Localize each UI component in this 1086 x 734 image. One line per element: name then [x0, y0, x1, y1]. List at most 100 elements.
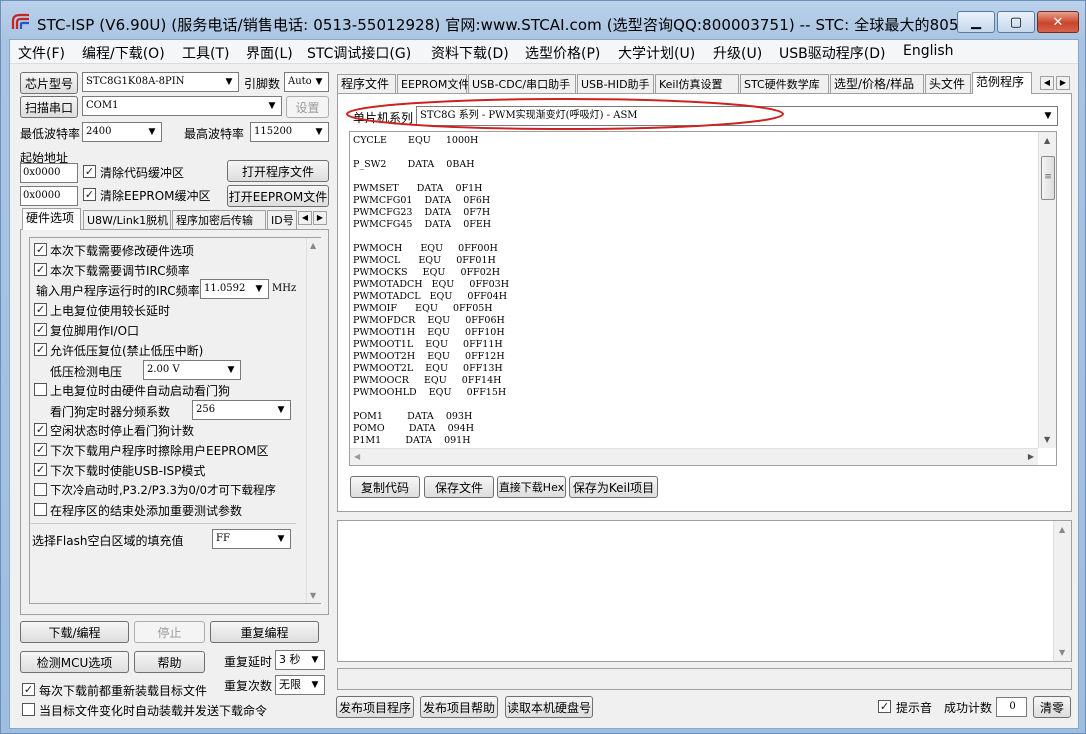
option-checkbox-2[interactable]: ✓ — [34, 263, 47, 276]
max-baud-select[interactable]: 115200 ▼ — [250, 122, 329, 142]
menu-interface[interactable]: 界面(L) — [246, 43, 293, 63]
stop-button[interactable]: 停止 — [134, 621, 205, 643]
tab-encrypt[interactable]: 程序加密后传输 — [172, 210, 266, 230]
scroll-down-icon[interactable]: ▼ — [310, 591, 316, 600]
scroll-thumb[interactable]: ≡ — [1041, 156, 1055, 200]
scroll-up-icon[interactable]: ▲ — [1044, 136, 1050, 145]
option-checkbox-9[interactable]: ✓ — [34, 463, 47, 476]
title-bar[interactable]: STC-ISP (V6.90U) (服务电话/销售电话: 0513-550129… — [1, 1, 1085, 39]
tab-price-samples[interactable]: 选型/价格/样品 — [830, 74, 924, 94]
tab-usb-hid[interactable]: USB-HID助手 — [577, 74, 654, 94]
tab-u8w-offline[interactable]: U8W/Link1脱机 — [83, 210, 171, 230]
retry-delay-select[interactable]: 3 秒 ▼ — [275, 650, 325, 670]
settings-button[interactable]: 设置 — [286, 96, 329, 118]
tab-hardware-options[interactable]: 硬件选项 — [22, 208, 81, 230]
tab-scroll-left-icon[interactable]: ◀ — [1040, 76, 1054, 90]
retry-count-select[interactable]: 无限 ▼ — [275, 675, 325, 695]
save-file-button[interactable]: 保存文件 — [424, 476, 494, 498]
menu-file[interactable]: 文件(F) — [18, 43, 65, 63]
chevron-down-icon: ▼ — [277, 534, 285, 544]
tab-example-program[interactable]: 范例程序 — [972, 72, 1032, 94]
close-button[interactable]: ✕ — [1037, 11, 1079, 33]
menu-english[interactable]: English — [903, 43, 954, 59]
scroll-up-icon[interactable]: ▲ — [310, 241, 316, 250]
tab-keil-sim[interactable]: Keil仿真设置 — [655, 74, 739, 94]
option-checkbox-10[interactable] — [34, 483, 47, 496]
option-checkbox-5[interactable]: ✓ — [34, 343, 47, 356]
clear-code-checkbox[interactable]: ✓ — [83, 165, 96, 178]
option-checkbox-8[interactable]: ✓ — [34, 443, 47, 456]
menu-docs[interactable]: 资料下载(D) — [431, 43, 509, 63]
option-checkbox-1[interactable]: ✓ — [34, 243, 47, 256]
tab-eeprom-file[interactable]: EEPROM文件 — [397, 74, 469, 94]
tab-id[interactable]: ID号 — [267, 210, 297, 230]
scroll-left-icon[interactable]: ◀ — [354, 452, 360, 461]
option-checkbox-7[interactable]: ✓ — [34, 423, 47, 436]
irc-freq-select[interactable]: 11.0592 ▼ — [200, 279, 269, 299]
minimize-button[interactable]: ▁ — [957, 11, 995, 33]
scroll-up-icon[interactable]: ▲ — [1059, 525, 1065, 534]
scroll-down-icon[interactable]: ▼ — [1059, 648, 1065, 657]
log-scrollbar[interactable]: ▲ ▼ — [1053, 521, 1071, 661]
tab-usb-cdc[interactable]: USB-CDC/串口助手 — [468, 74, 576, 94]
menu-price[interactable]: 选型价格(P) — [525, 43, 600, 63]
menu-tools[interactable]: 工具(T) — [182, 43, 229, 63]
wdt-prescale-select[interactable]: 256 ▼ — [192, 400, 291, 420]
option-checkbox-3[interactable]: ✓ — [34, 303, 47, 316]
options-scrollbar[interactable]: ▲ ▼ — [306, 238, 321, 603]
fill-value-select[interactable]: FF ▼ — [212, 529, 291, 549]
auto-reload-checkbox[interactable] — [22, 703, 35, 716]
address-input-1[interactable]: 0x0000 — [20, 163, 78, 183]
scan-port-button[interactable]: 扫描串口 — [20, 96, 78, 118]
low-voltage-select[interactable]: 2.00 V ▼ — [143, 360, 241, 380]
tab-scroll-right-icon[interactable]: ▶ — [313, 211, 327, 225]
scroll-right-icon[interactable]: ▶ — [1028, 452, 1034, 461]
help-button[interactable]: 帮助 — [134, 651, 205, 673]
output-log[interactable]: ▲ ▼ — [337, 520, 1072, 662]
code-line: PWMCFG01 DATA 0F6H — [353, 195, 491, 206]
open-eeprom-file-button[interactable]: 打开EEPROM文件 — [227, 185, 329, 207]
chip-model-button[interactable]: 芯片型号 — [20, 72, 78, 94]
option-checkbox-11[interactable] — [34, 503, 47, 516]
download-program-button[interactable]: 下载/编程 — [20, 621, 129, 643]
save-keil-project-button[interactable]: 保存为Keil项目 — [569, 476, 658, 498]
min-baud-label: 最低波特率 — [20, 127, 81, 141]
chip-model-select[interactable]: STC8G1K08A-8PIN ▼ — [82, 72, 239, 92]
tab-scroll-right-icon[interactable]: ▶ — [1056, 76, 1070, 90]
menu-university[interactable]: 大学计划(U) — [618, 43, 695, 63]
menu-upgrade[interactable]: 升级(U) — [713, 43, 762, 63]
clear-count-button[interactable]: 清零 — [1033, 696, 1071, 718]
maximize-button[interactable]: ▢ — [997, 11, 1035, 33]
open-program-file-button[interactable]: 打开程序文件 — [227, 160, 329, 182]
copy-code-button[interactable]: 复制代码 — [350, 476, 420, 498]
menu-usb-driver[interactable]: USB驱动程序(D) — [779, 43, 885, 63]
menu-debug[interactable]: STC调试接口(G) — [307, 43, 411, 63]
option-checkbox-6[interactable] — [34, 383, 47, 396]
option-label-7: 空闲状态时停止看门狗计数 — [50, 424, 195, 438]
scroll-down-icon[interactable]: ▼ — [1044, 435, 1050, 444]
read-disk-id-button[interactable]: 读取本机硬盘号 — [505, 696, 593, 718]
option-label-9: 下次下载时使能USB-ISP模式 — [50, 464, 206, 478]
beep-checkbox[interactable]: ✓ — [878, 700, 891, 713]
example-select[interactable]: STC8G 系列 - PWM实现渐变灯(呼吸灯) - ASM ▼ — [416, 106, 1058, 126]
code-hscrollbar[interactable]: ◀ ▶ — [350, 448, 1038, 465]
publish-help-button[interactable]: 发布项目帮助 — [420, 696, 498, 718]
reprogram-button[interactable]: 重复编程 — [210, 621, 319, 643]
menu-program[interactable]: 编程/下载(O) — [82, 43, 165, 63]
tab-program-file[interactable]: 程序文件 — [337, 74, 396, 94]
pin-count-select[interactable]: Auto ▼ — [284, 72, 329, 92]
tab-math-lib[interactable]: STC硬件数学库 — [740, 74, 829, 94]
code-vscrollbar[interactable]: ▲ ≡ ▼ — [1038, 132, 1056, 448]
address-input-2[interactable]: 0x0000 — [20, 186, 78, 206]
tab-scroll-left-icon[interactable]: ◀ — [298, 211, 312, 225]
detect-mcu-button[interactable]: 检测MCU选项 — [20, 651, 129, 673]
port-select[interactable]: COM1 ▼ — [82, 96, 282, 116]
option-checkbox-4[interactable]: ✓ — [34, 323, 47, 336]
min-baud-select[interactable]: 2400 ▼ — [82, 122, 162, 142]
code-viewer[interactable]: CYCLE EQU 1000H P_SW2 DATA 0BAH PWMSET D… — [349, 131, 1057, 466]
publish-project-button[interactable]: 发布项目程序 — [336, 696, 414, 718]
tab-header-file[interactable]: 头文件 — [925, 74, 971, 94]
direct-download-hex-button[interactable]: 直接下载Hex — [497, 476, 566, 498]
clear-eeprom-checkbox[interactable]: ✓ — [83, 188, 96, 201]
reload-before-download-checkbox[interactable]: ✓ — [22, 683, 35, 696]
